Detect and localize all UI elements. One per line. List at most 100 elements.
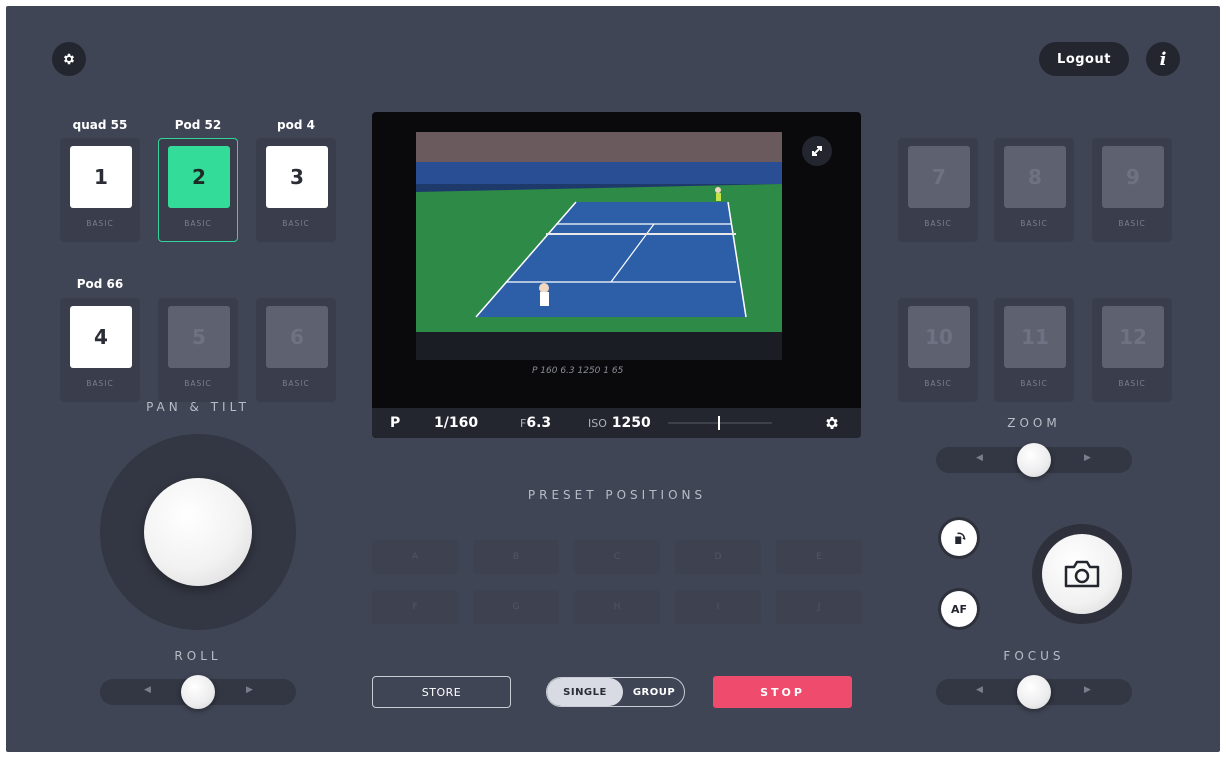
group-option[interactable]: GROUP [623,678,684,706]
exposure-bar: P 1/160 F6.3 ISO 1250 [372,408,861,438]
preset-d[interactable]: D [675,540,761,574]
focus-slider-knob[interactable] [1017,675,1051,709]
camera-tile-4[interactable]: 4 BASIC [60,298,140,402]
single-option[interactable]: SINGLE [547,678,623,706]
live-view-panel[interactable]: P 160 6.3 1250 1 65 P 1/160 F6.3 ISO 125… [372,112,861,438]
rotate-button[interactable] [941,520,977,556]
store-button[interactable]: STORE [372,676,511,708]
pan-tilt-joystick[interactable] [100,434,296,630]
joystick-knob[interactable] [144,478,252,586]
gear-icon [63,53,75,65]
camera-number: 7 [908,146,970,208]
right-arrow-icon: ▶ [246,685,253,695]
gear-icon [826,417,838,429]
camera-mode: BASIC [924,379,952,388]
roll-label: ROLL [174,649,222,663]
iso-number: 1250 [611,415,651,431]
exposure-indicator [718,416,720,430]
camera-tile-12[interactable]: 12 BASIC [1092,298,1172,402]
focus-slider[interactable]: ◀ ▶ [936,675,1132,709]
camera-number: 12 [1102,306,1164,368]
camera-tile-10[interactable]: 10 BASIC [898,298,978,402]
zoom-label: ZOOM [1007,416,1061,430]
autofocus-button[interactable]: AF [941,591,977,627]
preset-f[interactable]: F [372,590,458,624]
iso-prefix: ISO [588,417,607,430]
logout-button[interactable]: Logout [1039,42,1129,76]
camera-number: 9 [1102,146,1164,208]
focus-label: FOCUS [1003,649,1065,663]
camera-mode: BASIC [282,219,310,228]
single-group-toggle[interactable]: SINGLE GROUP [546,677,685,707]
rotate-icon [955,532,966,544]
camera-control-app: Logout i quad 55 Pod 52 pod 4 Pod 66 1 B… [6,6,1220,752]
shutter-speed: 1/160 [434,415,479,431]
preset-i[interactable]: I [675,590,761,624]
info-icon: i [1159,48,1167,70]
camera-tile-3[interactable]: 3 BASIC [256,138,336,242]
camera-number: 3 [266,146,328,208]
camera-tile-6[interactable]: 6 BASIC [256,298,336,402]
shutter-button-ring [1032,524,1132,624]
expand-icon [812,146,822,156]
info-button[interactable]: i [1146,42,1180,76]
preset-g[interactable]: G [473,590,559,624]
camera-tile-2[interactable]: 2 BASIC [158,138,238,242]
preset-e[interactable]: E [776,540,862,574]
preset-b[interactable]: B [473,540,559,574]
camera-number: 6 [266,306,328,368]
camera-mode: BASIC [184,379,212,388]
camera-mode: BASIC [86,219,114,228]
preset-a[interactable]: A [372,540,458,574]
shutter-button[interactable] [1042,534,1122,614]
pan-tilt-label: PAN & TILT [146,400,250,414]
preset-h[interactable]: H [574,590,660,624]
iso-value: ISO 1250 [588,415,651,431]
exposure-settings-button[interactable] [824,415,840,431]
camera-number: 1 [70,146,132,208]
overlay-exposure-readout: P 160 6.3 1250 1 65 [532,366,624,376]
left-arrow-icon: ◀ [144,685,151,695]
camera-mode: BASIC [1020,379,1048,388]
camera-2-name: Pod 52 [174,118,222,132]
camera-number: 10 [908,306,970,368]
camera-tile-9[interactable]: 9 BASIC [1092,138,1172,242]
left-arrow-icon: ◀ [976,453,983,463]
aperture-value: F6.3 [520,415,551,431]
preset-positions-label: PRESET POSITIONS [527,488,707,502]
zoom-slider[interactable]: ◀ ▶ [936,443,1132,477]
stop-button[interactable]: STOP [713,676,852,708]
zoom-slider-knob[interactable] [1017,443,1051,477]
camera-tile-5[interactable]: 5 BASIC [158,298,238,402]
camera-mode: BASIC [282,379,310,388]
roll-slider[interactable]: ◀ ▶ [100,675,296,709]
exposure-mode: P [390,415,401,431]
preset-grid: A B C D E F G H I J [372,540,862,626]
camera-number: 11 [1004,306,1066,368]
camera-tile-8[interactable]: 8 BASIC [994,138,1074,242]
camera-4-name: Pod 66 [76,277,124,291]
camera-mode: BASIC [184,219,212,228]
fullscreen-button[interactable] [802,136,832,166]
camera-3-name: pod 4 [277,118,315,132]
camera-number: 2 [168,146,230,208]
roll-slider-knob[interactable] [181,675,215,709]
camera-number: 5 [168,306,230,368]
left-arrow-icon: ◀ [976,685,983,695]
camera-mode: BASIC [86,379,114,388]
preset-c[interactable]: C [574,540,660,574]
camera-icon [1064,560,1100,588]
camera-tile-7[interactable]: 7 BASIC [898,138,978,242]
live-view-image [416,132,782,360]
camera-mode: BASIC [1118,219,1146,228]
right-arrow-icon: ▶ [1084,685,1091,695]
exposure-scale [668,422,772,424]
aperture-number: 6.3 [526,415,552,431]
camera-tile-1[interactable]: 1 BASIC [60,138,140,242]
camera-mode: BASIC [1020,219,1048,228]
preset-j[interactable]: J [776,590,862,624]
camera-tile-11[interactable]: 11 BASIC [994,298,1074,402]
settings-button[interactable] [52,42,86,76]
camera-1-name: quad 55 [72,118,128,132]
camera-number: 8 [1004,146,1066,208]
